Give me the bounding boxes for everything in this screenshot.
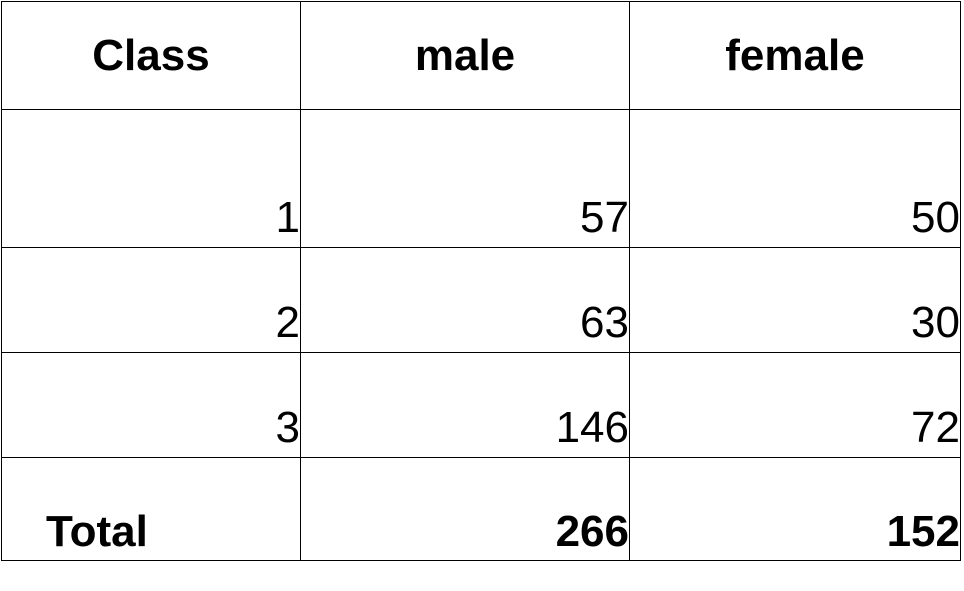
cell-class: 2 bbox=[1, 247, 301, 353]
cell-female: 72 bbox=[629, 352, 961, 458]
cell-class: 1 bbox=[1, 109, 301, 248]
cell-female: 50 bbox=[629, 109, 961, 248]
header-female: female bbox=[629, 1, 961, 110]
table-row: 3 146 72 bbox=[1, 352, 961, 458]
table-header-row: Class male female bbox=[1, 1, 961, 110]
cell-class: 3 bbox=[1, 352, 301, 458]
table-total-row: Total 266 152 bbox=[1, 457, 961, 561]
table-row: 1 57 50 bbox=[1, 109, 961, 248]
cell-female: 30 bbox=[629, 247, 961, 353]
class-gender-table: Class male female 1 57 50 2 63 30 3 146 … bbox=[1, 1, 961, 561]
total-male: 266 bbox=[300, 457, 630, 561]
cell-male: 63 bbox=[300, 247, 630, 353]
cell-male: 146 bbox=[300, 352, 630, 458]
header-class: Class bbox=[1, 1, 301, 110]
cell-male: 57 bbox=[300, 109, 630, 248]
header-male: male bbox=[300, 1, 630, 110]
total-label: Total bbox=[1, 457, 301, 561]
total-female: 152 bbox=[629, 457, 961, 561]
table-row: 2 63 30 bbox=[1, 247, 961, 353]
